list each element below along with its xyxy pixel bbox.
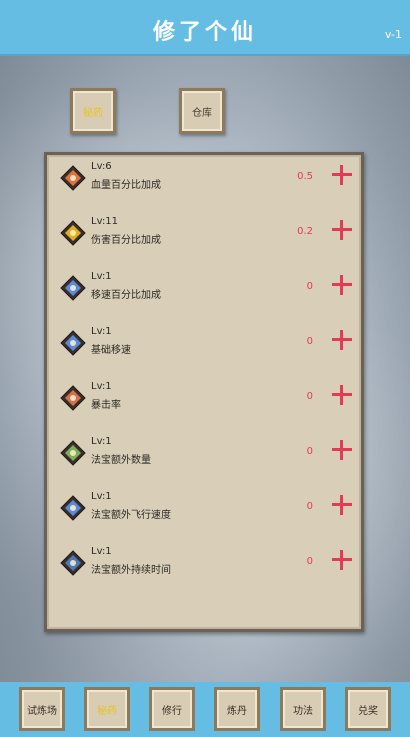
bottom-nav-bar: 试炼场 秘药 修行 炼丹 功法 兑奖 (0, 682, 410, 737)
nav-label: 修行 (162, 705, 182, 717)
attribute-value: 0 (306, 446, 313, 457)
diamond-star-icon (60, 330, 86, 356)
crit-rune-icon (60, 385, 86, 411)
upgrade-plus-button[interactable] (331, 274, 353, 296)
tab-warehouse-label: 仓库 (192, 107, 212, 119)
attribute-row: Lv:1 暴击率 0 (47, 375, 361, 430)
attribute-name: 移速百分比加成 (91, 290, 161, 301)
attribute-name: 基础移速 (91, 345, 131, 356)
attribute-row: Lv:11 伤害百分比加成 0.2 (47, 210, 361, 265)
attribute-row: Lv:1 法宝额外持续时间 0 (47, 540, 361, 595)
attribute-name: 伤害百分比加成 (91, 235, 161, 246)
version-label: v-1 (384, 28, 402, 41)
fire-slash-icon (60, 220, 86, 246)
upgrade-plus-button[interactable] (331, 329, 353, 351)
upgrade-plus-button[interactable] (331, 164, 353, 186)
attribute-level: Lv:6 (91, 161, 112, 172)
attribute-level: Lv:11 (91, 216, 119, 227)
nav-label: 功法 (293, 705, 313, 717)
heart-shield-icon (60, 165, 86, 191)
attribute-level: Lv:1 (91, 436, 112, 447)
attribute-value: 0 (306, 501, 313, 512)
attribute-value: 0 (306, 556, 313, 567)
game-title: 修了个仙 (152, 19, 257, 45)
attribute-value: 0 (306, 281, 313, 292)
attribute-level: Lv:1 (91, 546, 112, 557)
attribute-name: 法宝额外持续时间 (91, 565, 171, 576)
diamond-star-icon (60, 275, 86, 301)
attribute-value: 0.5 (297, 171, 313, 182)
attribute-row: Lv:1 基础移速 0 (47, 320, 361, 375)
attribute-value: 0 (306, 336, 313, 347)
attribute-row: Lv:6 血量百分比加成 0.5 (47, 155, 361, 210)
upgrade-plus-button[interactable] (331, 549, 353, 571)
attribute-row: Lv:1 移速百分比加成 0 (47, 265, 361, 320)
main-stage: 秘药 仓库 Lv:6 血量百分比加成 0.5 Lv:11 伤害百分比加成 0.2 Lv:1 移… (0, 56, 410, 682)
attribute-value: 0.2 (297, 226, 313, 237)
nav-elixir[interactable]: 秘药 (84, 687, 130, 731)
rune-staff-icon (60, 550, 86, 576)
nav-label: 试炼场 (27, 705, 57, 717)
leaf-gem-icon (60, 440, 86, 466)
upgrade-plus-button[interactable] (331, 439, 353, 461)
nav-trial-ground[interactable]: 试炼场 (19, 687, 65, 731)
nav-techniques[interactable]: 功法 (280, 687, 326, 731)
attribute-value: 0 (306, 391, 313, 402)
upgrade-plus-button[interactable] (331, 384, 353, 406)
nav-alchemy[interactable]: 炼丹 (214, 687, 260, 731)
attribute-level: Lv:1 (91, 326, 112, 337)
attribute-name: 法宝额外飞行速度 (91, 510, 171, 521)
attribute-row: Lv:1 法宝额外数量 0 (47, 430, 361, 485)
top-header: 修了个仙 v-1 (0, 0, 410, 56)
attribute-level: Lv:1 (91, 491, 112, 502)
upgrade-plus-button[interactable] (331, 494, 353, 516)
nav-label: 兑奖 (358, 705, 378, 717)
tab-elixir-label: 秘药 (83, 107, 103, 119)
attribute-row: Lv:1 法宝额外飞行速度 0 (47, 485, 361, 540)
upgrade-plus-button[interactable] (331, 219, 353, 241)
tab-elixir[interactable]: 秘药 (70, 88, 116, 134)
tab-warehouse[interactable]: 仓库 (179, 88, 225, 134)
nav-label: 炼丹 (227, 705, 247, 717)
attribute-name: 暴击率 (91, 400, 121, 411)
attribute-list-panel: Lv:6 血量百分比加成 0.5 Lv:11 伤害百分比加成 0.2 Lv:1 移速百分比加成… (44, 152, 364, 632)
nav-redeem[interactable]: 兑奖 (345, 687, 391, 731)
diamond-star-icon (60, 495, 86, 521)
attribute-name: 法宝额外数量 (91, 455, 151, 466)
nav-cultivate[interactable]: 修行 (149, 687, 195, 731)
nav-label: 秘药 (97, 705, 117, 717)
attribute-name: 血量百分比加成 (91, 180, 161, 191)
attribute-level: Lv:1 (91, 271, 112, 282)
attribute-level: Lv:1 (91, 381, 112, 392)
